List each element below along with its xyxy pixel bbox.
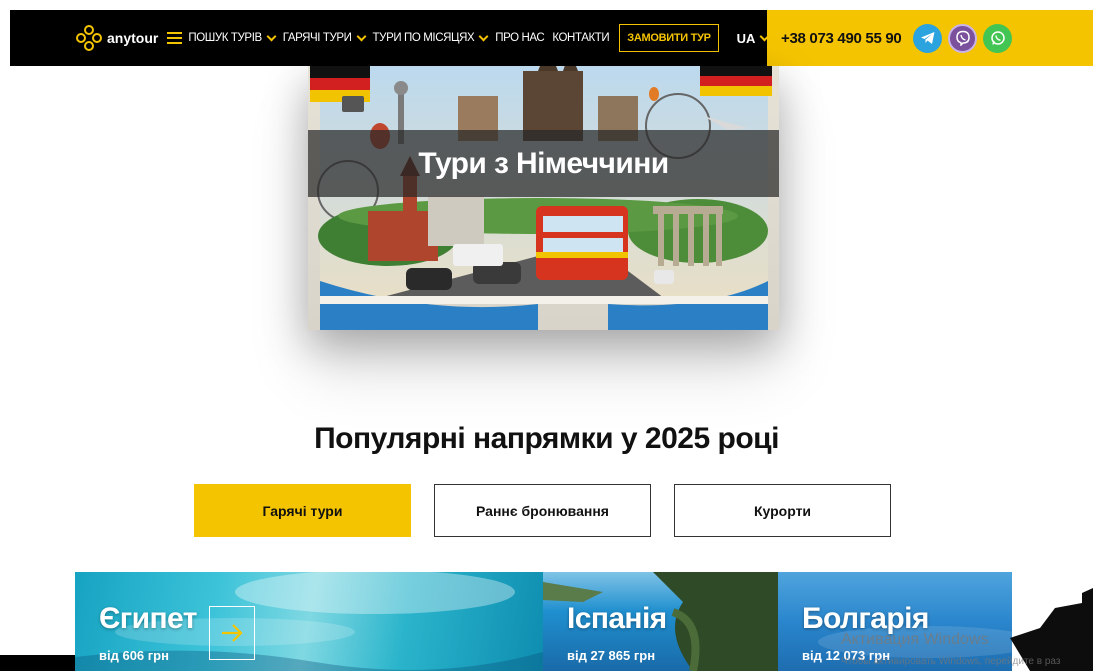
order-tour-button[interactable]: ЗАМОВИТИ ТУР <box>619 24 719 52</box>
section-title: Популярні напрямки у 2025 році <box>314 422 779 455</box>
nav-item-label: ПРО НАС <box>495 32 545 44</box>
arrow-right-icon[interactable] <box>209 606 255 660</box>
tab-group: Гарячі тури Раннє бронювання Курорти <box>194 484 914 537</box>
chevron-down-icon <box>266 31 277 41</box>
hero-illustration <box>308 66 779 330</box>
top-navigation-bar: anytour ПОШУК ТУРІВ ГАРЯЧІ ТУРИ ТУРИ ПО … <box>10 10 1093 66</box>
chevron-down-icon <box>356 31 366 41</box>
language-label: UA <box>736 30 756 46</box>
nav-item-label: ПОШУК ТУРІВ <box>188 32 262 44</box>
tab-resorts[interactable]: Курорти <box>674 484 891 537</box>
tab-early-booking[interactable]: Раннє бронювання <box>434 484 651 537</box>
nav-item-contacts[interactable]: КОНТАКТИ <box>552 32 609 44</box>
chevron-down-icon <box>478 31 489 41</box>
destination-price: від 27 865 грн <box>567 648 656 663</box>
nav-item-tours-by-month[interactable]: ТУРИ ПО МІСЯЦЯХ <box>372 31 489 44</box>
logo-icon <box>76 25 102 51</box>
page-edge-shape <box>0 655 75 671</box>
menu-icon[interactable] <box>167 32 183 44</box>
nav-item-about[interactable]: ПРО НАС <box>495 32 544 44</box>
windows-activation-subtitle: Чтобы активировать Windows, перейдите в … <box>841 656 1061 667</box>
destination-card-spain[interactable]: Іспанія від 27 865 грн <box>543 572 778 671</box>
hero-banner[interactable]: Тури з Німеччини <box>308 66 779 330</box>
nav-item-label: ТУРИ ПО МІСЯЦЯХ <box>372 32 475 44</box>
language-selector[interactable]: UA <box>736 30 770 46</box>
main-nav: ПОШУК ТУРІВ ГАРЯЧІ ТУРИ ТУРИ ПО МІСЯЦЯХ … <box>188 24 770 52</box>
tab-hot-tours[interactable]: Гарячі тури <box>194 484 411 537</box>
nav-item-label: КОНТАКТИ <box>552 32 610 44</box>
viber-icon[interactable] <box>948 23 978 53</box>
destination-card-egypt[interactable]: Єгипет від 606 грн <box>75 572 543 671</box>
logo[interactable]: anytour <box>76 25 158 51</box>
nav-item-hot-tours[interactable]: ГАРЯЧІ ТУРИ <box>282 31 366 44</box>
logo-text: anytour <box>107 30 159 46</box>
nav-item-tour-search[interactable]: ПОШУК ТУРІВ <box>188 31 277 44</box>
contact-area: +38 073 490 55 90 <box>767 10 1093 66</box>
hero-title: Тури з Німеччини <box>418 146 669 180</box>
phone-number[interactable]: +38 073 490 55 90 <box>781 30 902 47</box>
destination-price: від 606 грн <box>99 648 169 663</box>
nav-item-label: ГАРЯЧІ ТУРИ <box>282 32 352 44</box>
whatsapp-icon[interactable] <box>983 23 1013 53</box>
hero-title-band: Тури з Німеччини <box>308 130 779 197</box>
destination-name: Іспанія <box>567 602 667 635</box>
telegram-icon[interactable] <box>913 23 943 53</box>
destination-name: Єгипет <box>99 602 197 635</box>
windows-activation-watermark: Активация Windows <box>841 631 989 648</box>
